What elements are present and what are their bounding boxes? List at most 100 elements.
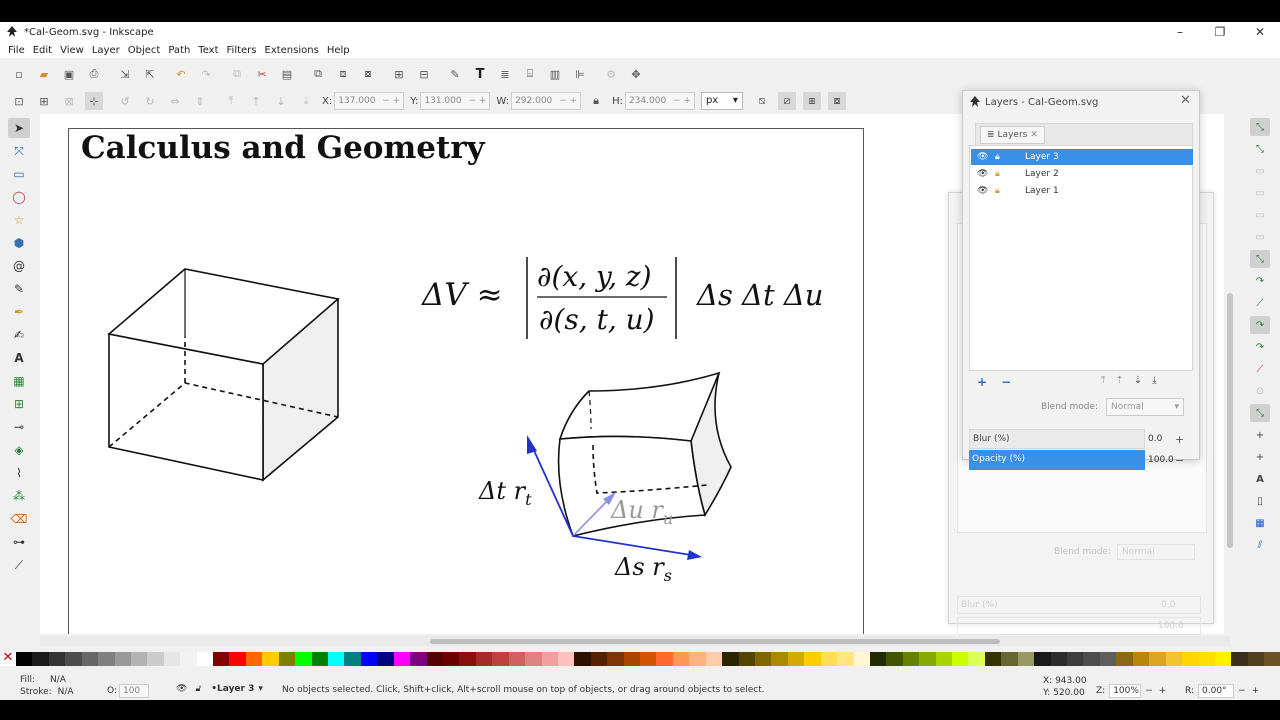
lower-bottom-icon[interactable]: ⤓ — [297, 92, 315, 110]
visibility-eye-icon[interactable]: 👁︎ — [977, 152, 989, 162]
color-swatch[interactable] — [213, 652, 230, 666]
color-swatch[interactable] — [853, 652, 870, 666]
color-swatch[interactable] — [147, 652, 164, 666]
color-swatch[interactable] — [344, 652, 361, 666]
color-swatch[interactable] — [935, 652, 953, 666]
visibility-eye-icon[interactable]: 👁︎ — [977, 169, 989, 179]
flip-horizontal-icon[interactable]: ⇔ — [166, 92, 184, 110]
vertical-scroll-thumb[interactable] — [1227, 293, 1233, 548]
text-font-icon[interactable]: T — [471, 65, 489, 83]
blur-increment-icon[interactable]: + — [1175, 433, 1184, 446]
color-swatch[interactable] — [1116, 652, 1133, 666]
node-tool-icon[interactable]: ⤧ — [8, 141, 30, 161]
snap-bbox-corner-icon[interactable]: ▭ — [1250, 184, 1270, 202]
layer-visibility-icon[interactable]: 👁︎ — [176, 684, 187, 694]
color-swatch[interactable] — [705, 652, 723, 666]
snap-bbox-midpoint-icon[interactable]: ▭ — [1250, 206, 1270, 224]
cut-icon[interactable]: ✂ — [253, 65, 271, 83]
color-swatch[interactable] — [1181, 652, 1199, 666]
transform-gradients-icon[interactable]: ⧆ — [802, 92, 821, 110]
color-swatch[interactable] — [656, 652, 673, 666]
redo-icon[interactable]: ↷ — [197, 65, 215, 83]
snap-others-icon[interactable]: ⤡ — [1250, 404, 1270, 422]
color-swatch[interactable] — [672, 652, 690, 666]
layer-row-layer-3[interactable]: 👁︎ 🔒︎ Layer 3 — [971, 149, 1193, 165]
raise-icon[interactable]: ↑ — [247, 92, 265, 110]
document-properties-icon[interactable]: ⚙ — [602, 65, 620, 83]
menu-edit[interactable]: Edit — [33, 45, 52, 56]
color-swatch[interactable] — [196, 652, 214, 666]
touch-select-icon[interactable]: ⊹ — [85, 92, 103, 110]
open-folder-icon[interactable]: ▰ — [35, 65, 53, 83]
print-icon[interactable]: ⎙ — [85, 65, 103, 83]
scale-stroke-icon[interactable]: ⧅ — [753, 92, 771, 110]
layers-icon[interactable]: ≣ — [496, 65, 514, 83]
layer-to-bottom-icon[interactable]: ⤓ — [1152, 375, 1156, 386]
rotation-control[interactable]: R: 0.00° − + — [1185, 684, 1259, 698]
menu-object[interactable]: Object — [128, 45, 161, 56]
lock-icon[interactable]: 🔒︎ — [995, 186, 1007, 196]
rectangular-box[interactable] — [107, 268, 340, 482]
paste-icon[interactable]: ▤ — [278, 65, 296, 83]
group-icon[interactable]: ⊞ — [390, 65, 408, 83]
x-field[interactable]: X: 137.000− + — [322, 92, 405, 110]
opacity-row[interactable]: Opacity (%) 100.0 − — [969, 450, 1193, 470]
color-swatch[interactable] — [426, 652, 443, 666]
align-distribute-icon[interactable]: ⊫ — [571, 65, 589, 83]
snap-path-intersection-icon[interactable]: ⟋ — [1250, 294, 1270, 312]
color-swatch[interactable] — [886, 652, 903, 666]
color-swatch[interactable] — [16, 652, 33, 666]
color-swatch[interactable] — [837, 652, 854, 666]
snap-cusp-icon[interactable]: ↷ — [1250, 316, 1270, 334]
pen-tool-icon[interactable]: ✒ — [8, 302, 30, 322]
rotate-increase-icon[interactable]: + — [1252, 686, 1260, 696]
snap-bbox-edge-icon[interactable]: ▭ — [1250, 162, 1270, 180]
lock-icon[interactable]: 🔒︎ — [995, 152, 1007, 162]
color-swatch[interactable] — [557, 652, 575, 666]
copy-icon[interactable]: ⧉ — [228, 65, 246, 83]
raise-top-icon[interactable]: ⤒ — [222, 92, 240, 110]
flip-vertical-icon[interactable]: ⇕ — [191, 92, 209, 110]
color-swatch[interactable] — [804, 652, 821, 666]
zoom-in-icon[interactable]: + — [1159, 686, 1167, 696]
current-layer-control[interactable]: 👁︎ 🔓︎ •Layer 3 ▾ — [176, 684, 263, 694]
color-swatch[interactable] — [820, 652, 838, 666]
color-swatch[interactable] — [607, 652, 624, 666]
color-swatch[interactable] — [952, 652, 969, 666]
minimize-button[interactable]: – — [1160, 22, 1200, 42]
unlink-clone-icon[interactable]: ⧇ — [359, 65, 377, 83]
color-swatch[interactable] — [180, 652, 197, 666]
color-swatch[interactable] — [541, 652, 558, 666]
lower-layer-icon[interactable]: ⇣ — [1134, 375, 1142, 386]
color-swatch[interactable] — [81, 652, 99, 666]
w-field[interactable]: W: 292.000− + — [496, 92, 582, 110]
duplicate-icon[interactable]: ⧉ — [309, 65, 327, 83]
menu-view[interactable]: View — [60, 45, 84, 56]
new-document-icon[interactable]: ▫ — [10, 65, 28, 83]
color-swatch[interactable] — [295, 652, 312, 666]
rotate-cw-icon[interactable]: ↻ — [141, 92, 159, 110]
color-swatch[interactable] — [984, 652, 1002, 666]
color-swatch[interactable] — [442, 652, 460, 666]
color-swatch[interactable] — [377, 652, 394, 666]
color-swatch[interactable] — [278, 652, 296, 666]
chevron-down-icon[interactable]: ▾ — [258, 684, 263, 694]
spray-tool-icon[interactable]: ⁂ — [8, 486, 30, 506]
snap-midpoint-icon[interactable]: ⟋ — [1250, 360, 1270, 378]
blur-row[interactable]: Blur (%) 0.0 + — [969, 429, 1193, 449]
menu-path[interactable]: Path — [168, 45, 190, 56]
rotate-ccw-icon[interactable]: ↺ — [116, 92, 134, 110]
lock-icon[interactable]: 🔒︎ — [995, 169, 1007, 179]
color-swatch[interactable] — [360, 652, 378, 666]
measure-tool-icon[interactable]: ⟋ — [8, 555, 30, 575]
color-swatch[interactable] — [410, 652, 427, 666]
color-swatch[interactable] — [32, 652, 49, 666]
color-swatch[interactable] — [722, 652, 739, 666]
color-swatch[interactable] — [1099, 652, 1117, 666]
color-swatch[interactable] — [1017, 652, 1035, 666]
scale-corners-icon[interactable]: ⧄ — [777, 92, 796, 110]
save-icon[interactable]: ▣ — [60, 65, 78, 83]
color-swatch[interactable] — [130, 652, 148, 666]
layer-lock-icon[interactable]: 🔓︎ — [195, 684, 201, 694]
color-swatch[interactable] — [492, 652, 509, 666]
